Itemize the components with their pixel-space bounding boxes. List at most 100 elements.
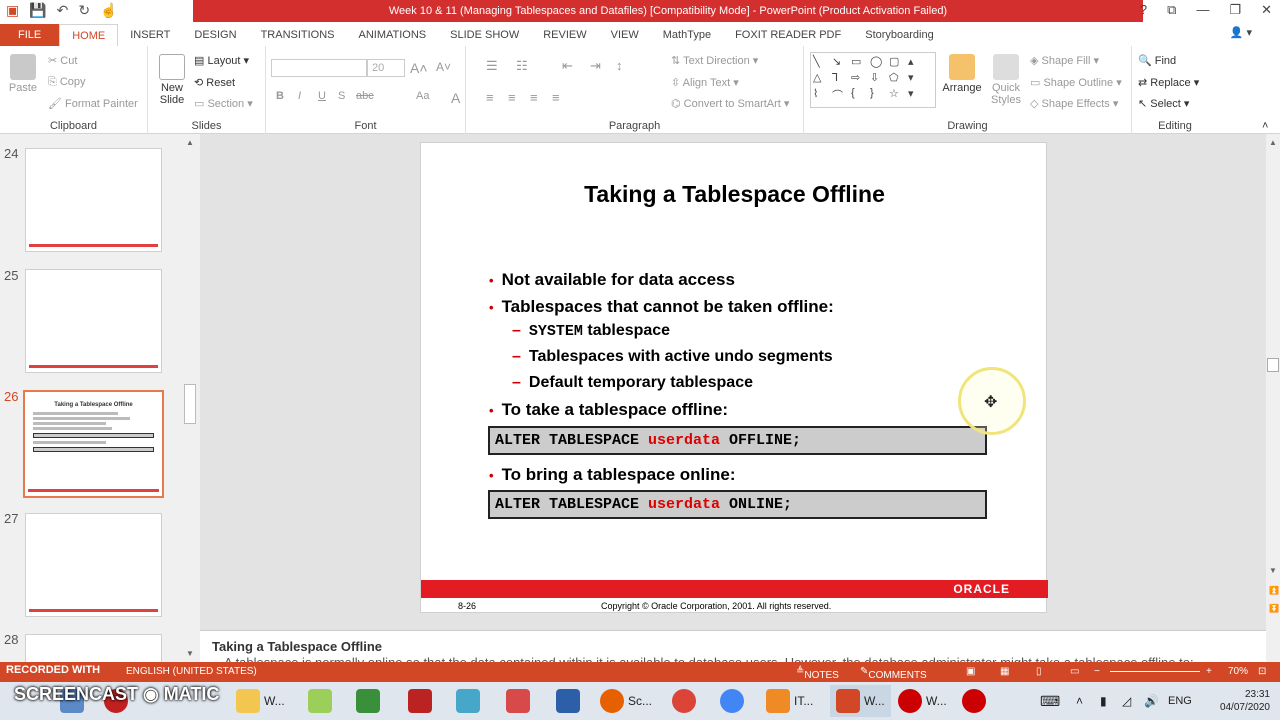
replace-button[interactable]: ⇄ Replace ▾ [1138,76,1199,89]
brace-left-icon[interactable]: { [851,87,869,105]
connector-icon[interactable]: ⅂ [832,71,850,86]
scrollbar-thumb[interactable] [184,384,196,424]
star-shape-icon[interactable]: ☆ [889,87,907,105]
slide-thumbnail[interactable] [25,634,162,662]
zoom-slider[interactable] [1110,671,1200,672]
comments-toggle[interactable]: ✎ COMMENTS [860,666,927,681]
shrink-font-icon[interactable]: A˅ [436,60,451,74]
restore-icon[interactable]: ❐ [1229,2,1241,18]
new-slide-button[interactable]: New Slide [156,54,188,106]
battery-icon[interactable]: ▮ [1100,685,1107,717]
tab-design[interactable]: DESIGN [182,24,248,46]
paste-button[interactable]: Paste [6,54,40,94]
notes-toggle[interactable]: ≜ NOTES [796,666,839,681]
app-taskbar-icon[interactable] [556,685,584,717]
clock[interactable]: 23:31 04/07/2020 [1220,688,1270,714]
reading-view-icon[interactable]: ▯ [1036,666,1042,677]
language-status[interactable]: ENGLISH (UNITED STATES) [126,666,257,677]
more-shapes-icon[interactable]: ▴ [908,55,926,70]
filezilla-taskbar-icon[interactable] [408,685,436,717]
collapse-ribbon-icon[interactable]: ˄ [1262,120,1268,132]
next-slide-icon[interactable]: ⏬ [1269,604,1279,613]
select-button[interactable]: ↖ Select ▾ [1138,97,1189,110]
slide-thumbnail[interactable] [25,148,162,252]
scroll-shapes-icon[interactable]: ▾ [908,71,926,86]
quick-styles-button[interactable]: Quick Styles [986,54,1026,106]
bullet-item[interactable]: • Tablespaces that cannot be taken offlin… [489,297,834,317]
grow-font-icon[interactable]: A˄ [410,60,428,76]
font-size-input[interactable]: 20 [367,59,405,77]
italic-button[interactable]: I [298,90,301,102]
input-language[interactable]: ENG [1168,685,1192,717]
firefox-taskbar-item[interactable]: Sc... [600,685,652,717]
recorder-alt-taskbar-icon[interactable] [962,685,990,717]
bullet-item[interactable]: • To take a tablespace offline: [489,400,728,420]
tab-foxit[interactable]: FOXIT READER PDF [723,24,853,46]
slide-sorter-icon[interactable]: ▦ [1000,666,1009,677]
slide-thumbnail[interactable] [25,513,162,617]
network-icon[interactable]: ◿ [1122,685,1131,717]
code-box-online[interactable]: ALTER TABLESPACE userdata ONLINE; [488,490,987,519]
bullet-item[interactable]: • Not available for data access [489,270,735,290]
bullet-item[interactable]: • To bring a tablespace online: [489,465,736,485]
tab-view[interactable]: VIEW [599,24,651,46]
chrome-taskbar-icon[interactable] [672,685,700,717]
slideshow-icon[interactable]: ▭ [1070,666,1079,677]
pentagon-shape-icon[interactable]: ⬠ [889,71,907,86]
tab-storyboarding[interactable]: Storyboarding [853,24,946,46]
tab-slide-show[interactable]: SLIDE SHOW [438,24,531,46]
numbering-icon[interactable]: ☷ [516,58,528,74]
zoom-level[interactable]: 70% [1228,666,1248,677]
app-taskbar-icon[interactable] [456,685,484,717]
sub-bullet-item[interactable]: – Tablespaces with active undo segments [512,348,833,366]
fit-slide-icon[interactable]: ⊡ [1258,666,1266,677]
brace-right-icon[interactable]: } [870,87,888,105]
zoom-out-icon[interactable]: − [1094,666,1100,677]
snipping-taskbar-icon[interactable] [506,685,534,717]
convert-smartart-button[interactable]: ⌬ Convert to SmartArt ▾ [671,97,789,110]
right-arrow-shape-icon[interactable]: ⇨ [851,71,869,86]
shape-effects-button[interactable]: ◇ Shape Effects ▾ [1030,97,1118,110]
volume-icon[interactable]: 🔊 [1144,685,1159,717]
redo-icon[interactable]: ↻ [78,2,90,19]
tab-transitions[interactable]: TRANSITIONS [249,24,347,46]
chart-app-taskbar-icon[interactable] [356,685,384,717]
font-name-input[interactable] [271,59,367,77]
reset-button[interactable]: ⟲ Reset [194,76,235,89]
line-spacing-icon[interactable]: ↕ [616,58,623,73]
line-shape-icon[interactable]: ╲ [813,55,831,70]
tray-arrow-icon[interactable]: ˄ [1076,685,1083,717]
touch-mode-icon[interactable]: ☝ [100,2,117,19]
current-slide[interactable]: Taking a Tablespace Offline • Not availab… [420,142,1048,613]
underline-button[interactable]: U [318,90,326,102]
slide-thumbnail[interactable] [25,269,162,373]
chrome-alt-taskbar-icon[interactable] [720,685,748,717]
format-painter-button[interactable]: 🖌 Format Painter [48,97,138,110]
bullets-icon[interactable]: ☰ [486,58,498,74]
rectangle-shape-icon[interactable]: ▭ [851,55,869,70]
scroll-down-icon[interactable]: ▼ [186,649,194,658]
down-arrow-shape-icon[interactable]: ⇩ [870,71,888,86]
shadow-button[interactable]: S [338,90,345,102]
arc-shape-icon[interactable]: ⌒ [832,87,850,105]
justify-icon[interactable]: ≡ [552,90,560,105]
powerpoint-taskbar-item[interactable]: W... [830,685,891,717]
sub-bullet-item[interactable]: – Default temporary tablespace [512,374,753,392]
thumbnails-scrollbar[interactable]: ▲ ▼ [184,136,196,660]
arrow-line-icon[interactable]: ↘ [832,55,850,70]
sub-bullet-item[interactable]: – SYSTEM tablespace [512,322,670,340]
strikethrough-button[interactable]: abc [356,90,374,102]
keyboard-icon[interactable]: ⌨ [1040,685,1060,717]
notes-pane[interactable]: Taking a Tablespace Offline A tablespace… [200,630,1266,670]
curve-shape-icon[interactable]: ⌇ [813,87,831,105]
cut-button[interactable]: ✂ Cut [48,54,77,67]
font-color-button[interactable]: A [451,90,460,106]
slide-thumbnail-selected[interactable]: Taking a Tablespace Offline [23,390,164,498]
undo-icon[interactable]: ↶ [57,2,69,19]
tab-home[interactable]: HOME [59,24,119,46]
oval-shape-icon[interactable]: ◯ [870,55,888,70]
align-center-icon[interactable]: ≡ [508,90,516,105]
layout-button[interactable]: ▤ Layout ▾ [194,54,249,67]
scroll-down-icon[interactable]: ▼ [1269,566,1277,575]
bold-button[interactable]: B [276,90,284,102]
